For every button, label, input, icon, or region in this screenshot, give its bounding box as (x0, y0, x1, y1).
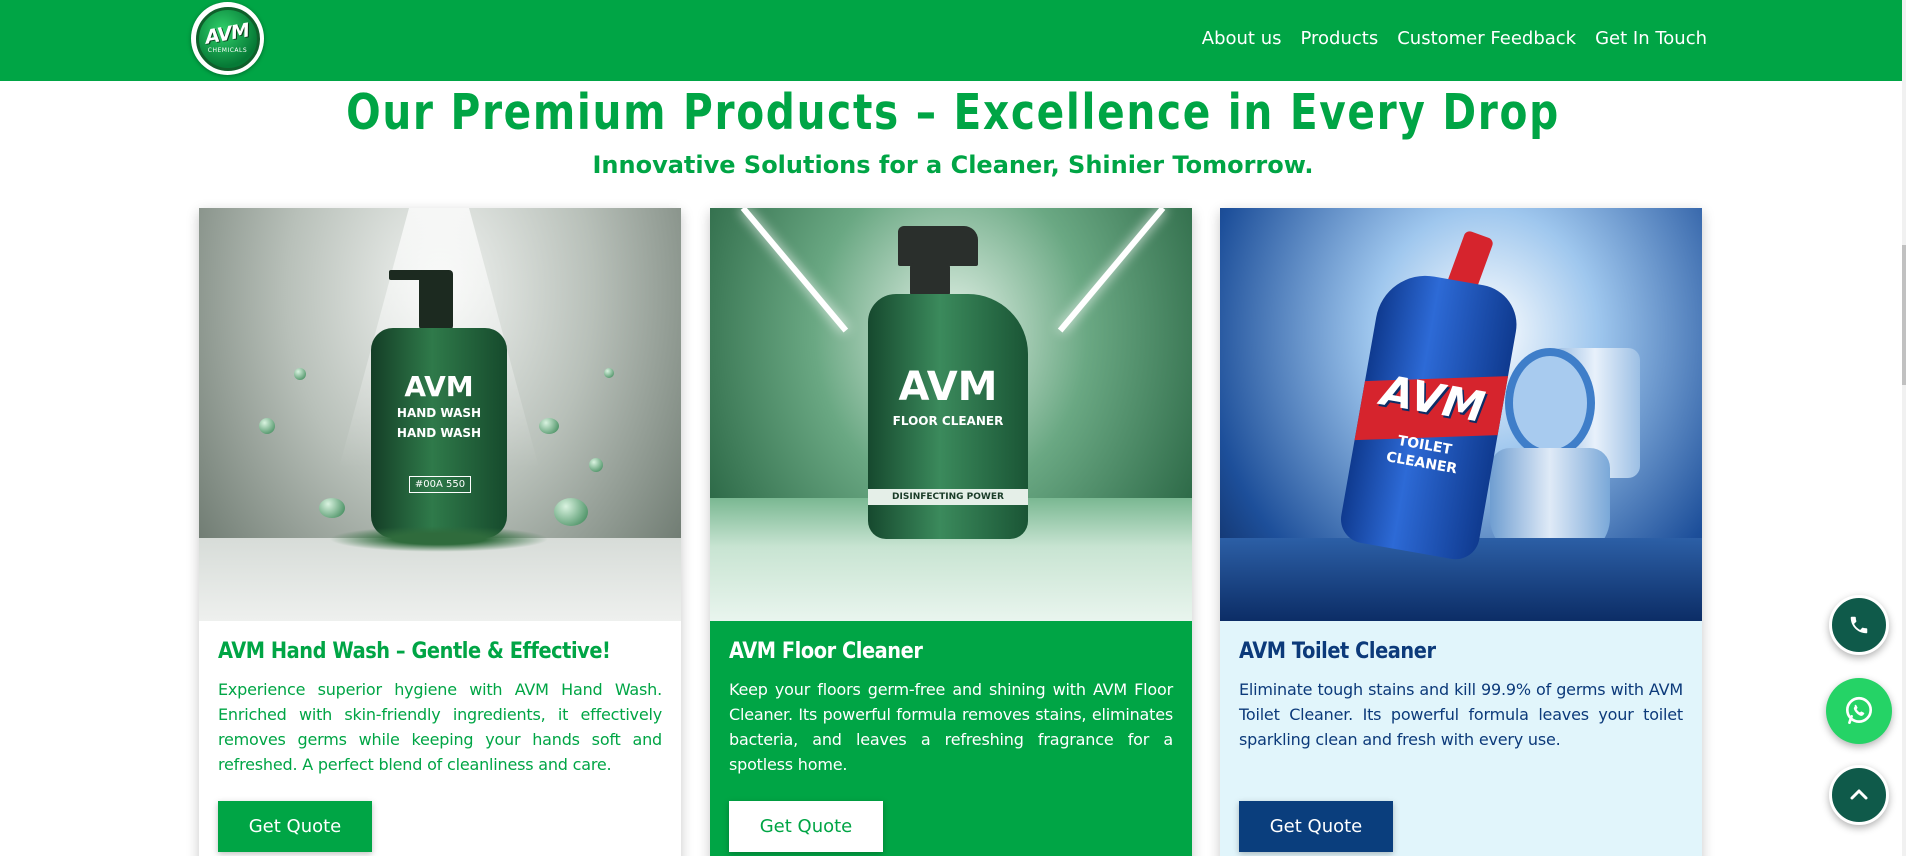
bottle-label-code: #00A 550 (409, 476, 471, 493)
whatsapp-icon (1845, 696, 1873, 725)
card-body: AVM Floor Cleaner Keep your floors germ-… (710, 621, 1192, 777)
floor-cleaner-bottle: AVM FLOOR CLEANER DISINFECTING POWER (868, 294, 1028, 539)
product-title: AVM Toilet Cleaner (1239, 639, 1436, 664)
light-strip-right (1057, 208, 1166, 333)
spray-trigger (898, 226, 978, 266)
logo-subtext: CHEMICALS (207, 47, 248, 54)
product-card-hand-wash: AVM HAND WASH HAND WASH #00A 550 AVM Han… (199, 208, 681, 856)
toilet-seat (1505, 348, 1595, 458)
card-body: AVM Hand Wash – Gentle & Effective! Expe… (199, 621, 681, 777)
get-quote-button-toilet-cleaner[interactable]: Get Quote (1239, 801, 1393, 852)
section-title: Our Premium Products – Excellence in Eve… (346, 84, 1560, 141)
water-drop (554, 498, 588, 526)
logo-text: AVM (203, 19, 252, 49)
nav-link-get-in-touch[interactable]: Get In Touch (1595, 28, 1707, 49)
scroll-to-top-button[interactable] (1829, 765, 1889, 825)
product-card-floor-cleaner: AVM FLOOR CLEANER DISINFECTING POWER AVM… (710, 208, 1192, 856)
brand-logo[interactable]: AVM CHEMICALS (191, 2, 264, 75)
hand-wash-image: AVM HAND WASH HAND WASH #00A 550 (199, 208, 681, 621)
section-subtitle: Innovative Solutions for a Cleaner, Shin… (592, 151, 1314, 179)
toilet-cleaner-image: AVM TOILET CLEANER (1220, 208, 1702, 621)
water-drop (539, 418, 559, 434)
product-title: AVM Floor Cleaner (729, 639, 923, 664)
bottle-brand-text: AVM (404, 370, 474, 403)
light-strip-left (740, 208, 849, 333)
page-scrollbar-track[interactable] (1902, 0, 1906, 856)
get-quote-button-hand-wash[interactable]: Get Quote (218, 801, 372, 852)
card-body: AVM Toilet Cleaner Eliminate tough stain… (1220, 621, 1702, 752)
bottle-brand-text: AVM (898, 364, 998, 410)
water-drop (589, 458, 603, 472)
water-drop (259, 418, 275, 434)
nav-link-customer-feedback[interactable]: Customer Feedback (1397, 28, 1576, 49)
nav-link-products[interactable]: Products (1300, 28, 1378, 49)
floor-cleaner-image: AVM FLOOR CLEANER DISINFECTING POWER (710, 208, 1192, 621)
bottle-label-line-1: FLOOR CLEANER (892, 414, 1004, 428)
water-drop (319, 498, 345, 518)
top-navbar: AVM CHEMICALS About us Products Customer… (0, 0, 1906, 81)
herb-splash (329, 526, 549, 552)
product-card-toilet-cleaner: AVM TOILET CLEANER AVM Toilet Cleaner El… (1220, 208, 1702, 856)
pump-neck (419, 270, 453, 330)
main-nav: About us Products Customer Feedback Get … (1202, 28, 1707, 49)
get-quote-button-floor-cleaner[interactable]: Get Quote (729, 801, 883, 852)
phone-icon (1850, 616, 1868, 634)
product-description: Experience superior hygiene with AVM Han… (218, 680, 662, 774)
spray-neck (910, 263, 950, 297)
call-button[interactable] (1829, 595, 1889, 655)
nav-link-about[interactable]: About us (1202, 28, 1282, 49)
logo-badge: AVM CHEMICALS (195, 6, 260, 71)
bottle-label-line-2: DISINFECTING POWER (868, 489, 1028, 505)
water-drop (294, 368, 306, 380)
water-drop (604, 368, 614, 378)
page-scrollbar-thumb[interactable] (1902, 245, 1906, 385)
chevron-up-icon (1850, 789, 1868, 800)
product-title: AVM Hand Wash – Gentle & Effective! (218, 639, 611, 664)
whatsapp-button[interactable] (1826, 678, 1892, 744)
hand-wash-bottle: AVM HAND WASH HAND WASH #00A 550 (371, 328, 507, 538)
bottle-label-line-2: HAND WASH (396, 426, 482, 440)
product-description: Eliminate tough stains and kill 99.9% of… (1239, 680, 1683, 749)
bottle-label-line-1: HAND WASH (396, 406, 482, 420)
product-description: Keep your floors germ-free and shining w… (729, 680, 1173, 774)
